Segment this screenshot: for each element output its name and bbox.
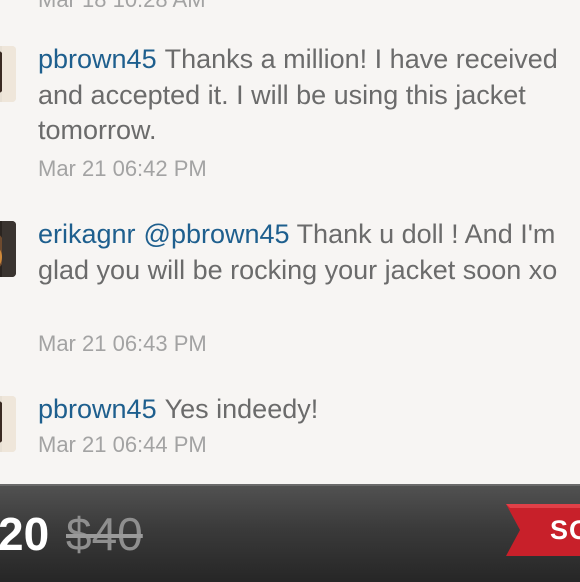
comment-timestamp: Mar 21 06:44 PM <box>38 432 207 457</box>
comment-feed[interactable]: Mar 18 10:28 AM pbrown45Thanks a million… <box>0 0 580 484</box>
avatar[interactable] <box>0 46 16 102</box>
comment-timestamp: Mar 21 06:43 PM <box>38 331 207 356</box>
comment-mention[interactable]: @pbrown45 <box>144 219 290 249</box>
avatar[interactable] <box>0 396 16 452</box>
comment-username[interactable]: pbrown45 <box>38 394 157 424</box>
comment-timestamp: Mar 18 10:28 AM <box>38 0 206 13</box>
avatar[interactable] <box>0 221 16 277</box>
comment-timestamp: Mar 21 06:42 PM <box>38 156 207 181</box>
original-price: $40 <box>66 508 143 560</box>
comment-text: erikagnr @pbrown45 Thank u doll ! And I'm… <box>38 217 568 288</box>
comment-username[interactable]: erikagnr <box>38 219 136 249</box>
comment-text: pbrown45 Yes indeedy! <box>38 392 568 428</box>
comment-text: pbrown45 Thanks a million! I have receive… <box>38 42 568 149</box>
sold-label: SO <box>550 515 580 545</box>
comment-username[interactable]: pbrown45 <box>38 44 157 74</box>
current-price: 20 <box>0 508 50 560</box>
price-bar: 20 $40 <box>0 484 580 582</box>
comment-message: Yes indeedy! <box>164 394 319 424</box>
